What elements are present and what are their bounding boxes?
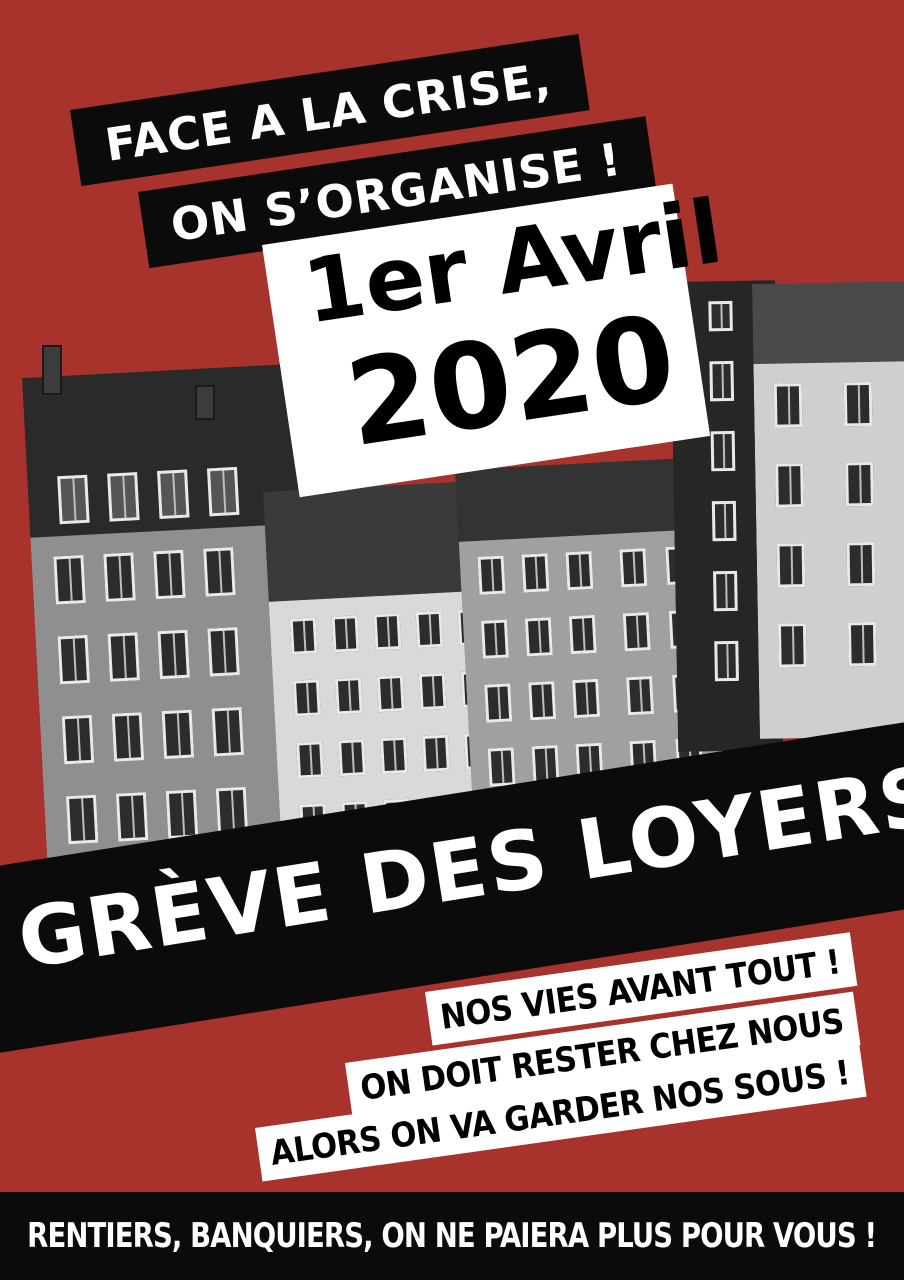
building-right-roof <box>752 281 904 364</box>
footer-band: RENTIERS, BANQUIERS, ON NE PAIERA PLUS P… <box>0 1192 904 1280</box>
chimney-2 <box>195 385 215 420</box>
footer-slogan: RENTIERS, BANQUIERS, ON NE PAIERA PLUS P… <box>27 1216 878 1256</box>
chimney-1 <box>42 345 62 395</box>
building-right-image <box>752 281 904 739</box>
poster: FACE A LA CRISE, ON S’ORGANISE ! 1er Avr… <box>0 0 904 1280</box>
building-right-facade <box>753 361 904 739</box>
